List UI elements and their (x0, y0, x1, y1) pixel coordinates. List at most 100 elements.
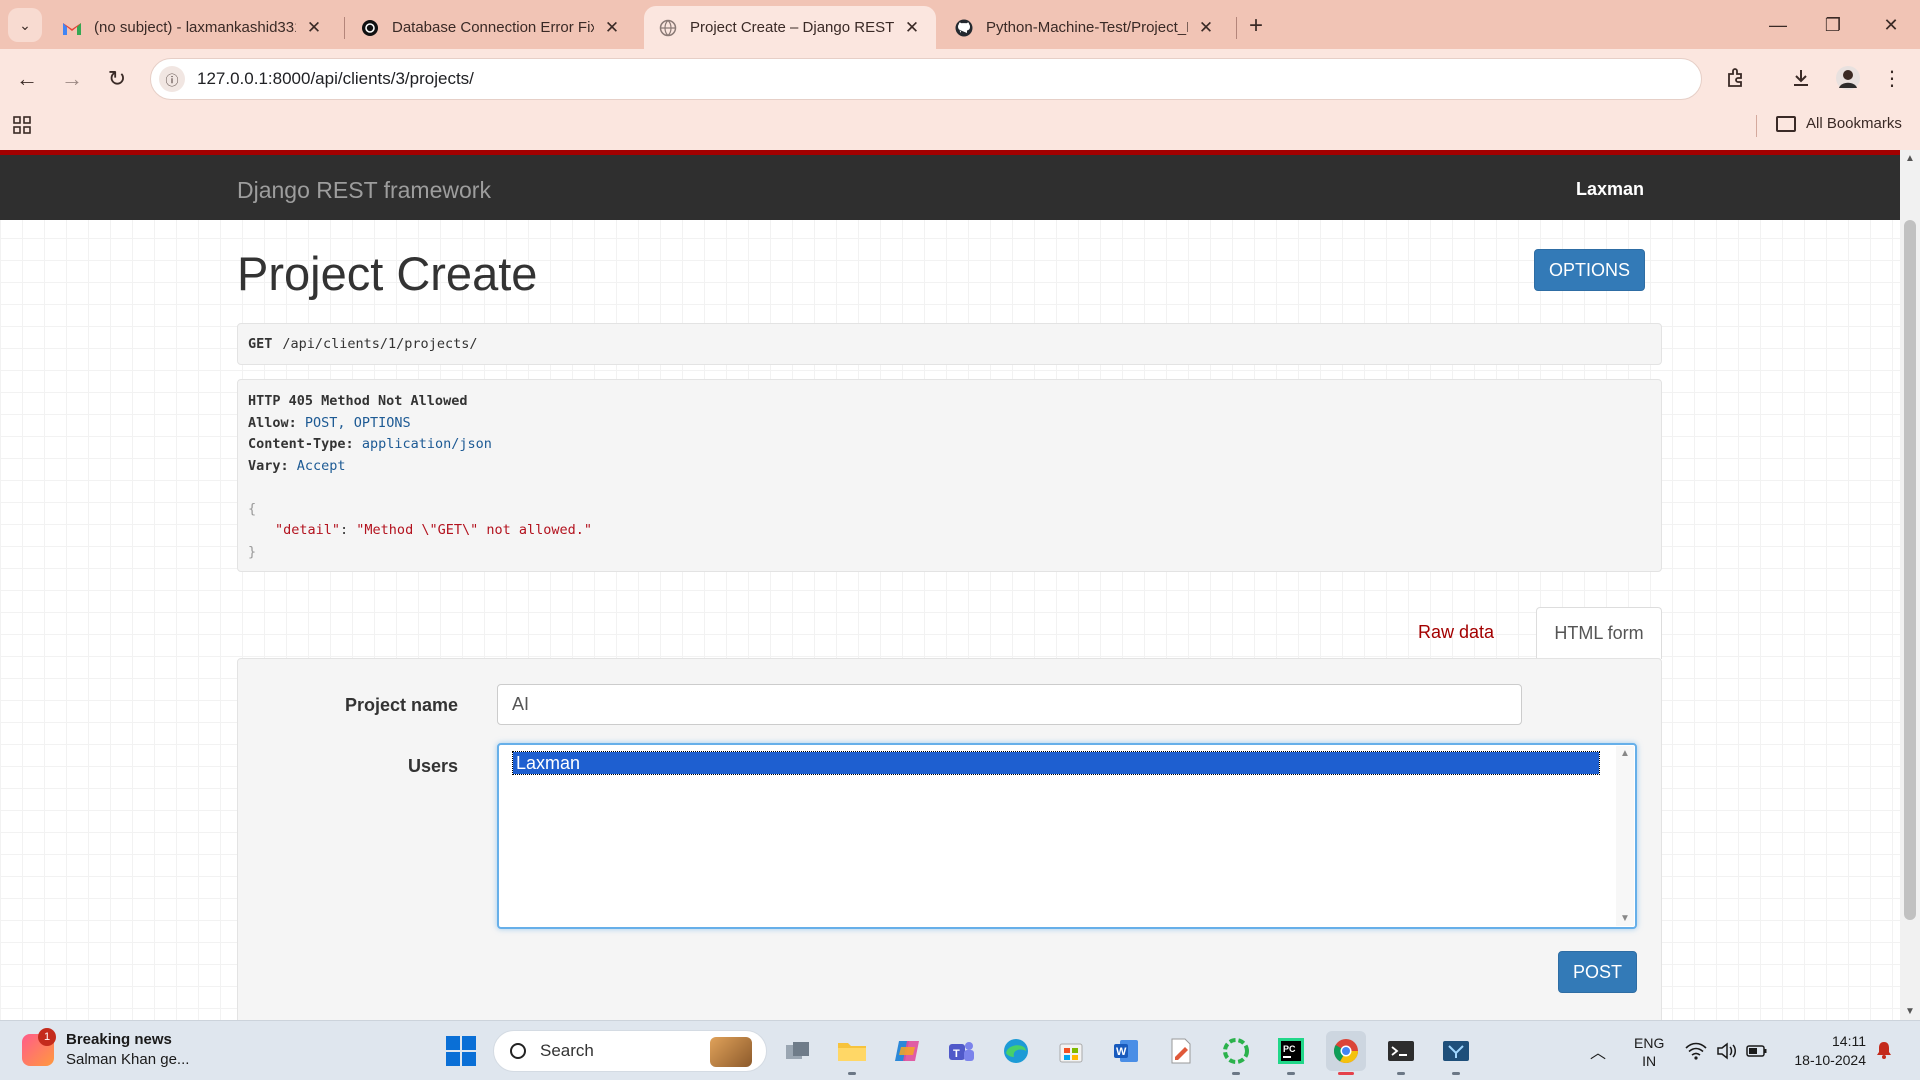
folder-icon (1776, 115, 1796, 132)
back-button[interactable]: ← (11, 63, 43, 95)
all-bookmarks-label: All Bookmarks (1806, 115, 1902, 132)
header-allow: Allow: POST, OPTIONS (248, 413, 1651, 435)
tab-divider (344, 17, 345, 39)
sync-app-icon[interactable] (1216, 1031, 1256, 1075)
wifi-icon[interactable] (1685, 1021, 1707, 1080)
json-brace-open: { (248, 500, 257, 517)
gmail-icon (62, 18, 82, 38)
reload-icon: ↻ (107, 66, 127, 91)
news-icon: 1 (22, 1027, 56, 1066)
close-window-button[interactable]: ✕ (1871, 10, 1911, 40)
page-scrollbar[interactable]: ▲ ▼ (1900, 150, 1920, 1020)
close-icon[interactable]: ✕ (902, 18, 922, 38)
tab-gmail[interactable]: (no subject) - laxmankashid331 ✕ (48, 6, 338, 49)
header-content-type: Content-Type: application/json (248, 434, 1651, 456)
select-scrollbar[interactable]: ▲ ▼ (1616, 746, 1634, 926)
pdf-editor-icon[interactable] (1161, 1031, 1201, 1071)
battery-icon[interactable] (1746, 1021, 1768, 1080)
extensions-icon[interactable] (1720, 62, 1752, 94)
all-bookmarks-button[interactable]: All Bookmarks (1776, 115, 1902, 132)
windows-start-icon[interactable] (446, 1036, 476, 1066)
html-form: Project name AI Users Laxman ▲ ▼ POST (237, 658, 1662, 1020)
teams-icon[interactable]: T (941, 1031, 981, 1071)
scroll-up-icon[interactable]: ▲ (1620, 748, 1630, 759)
brand-link[interactable]: Django REST framework (237, 177, 491, 204)
scroll-down-icon[interactable]: ▼ (1620, 913, 1630, 924)
project-name-input[interactable]: AI (497, 684, 1522, 725)
notification-bell-icon[interactable] (1876, 1041, 1894, 1061)
ms-store-icon[interactable] (1051, 1031, 1091, 1071)
close-icon[interactable]: ✕ (602, 18, 622, 38)
restore-icon: ❐ (1824, 14, 1842, 35)
arrow-right-icon: → (61, 66, 83, 91)
news-subtitle: Salman Khan ge... (66, 1051, 190, 1068)
windows-taskbar: 1 Breaking news Salman Khan ge... Search… (0, 1020, 1920, 1080)
request-path: /api/clients/1/projects/ (282, 336, 478, 352)
show-hidden-icons[interactable]: ︿ (1590, 1021, 1606, 1080)
scroll-down-icon[interactable]: ▼ (1905, 1006, 1915, 1017)
tab-github[interactable]: Python-Machine-Test/Project_M ✕ (940, 6, 1230, 49)
json-value: "Method \"GET\" not allowed." (356, 522, 592, 538)
header-value: POST, OPTIONS (304, 414, 411, 431)
minimize-button[interactable]: — (1758, 10, 1798, 40)
pycharm-icon[interactable]: PC (1271, 1031, 1311, 1075)
taskbar-search[interactable]: Search (493, 1030, 767, 1072)
new-tab-button[interactable]: + (1242, 12, 1270, 40)
system-clock[interactable]: 14:11 18-10-2024 (1786, 1032, 1866, 1070)
svg-text:PC: PC (1283, 1044, 1296, 1054)
browser-tab-strip: ⌄ (no subject) - laxmankashid331 ✕ Datab… (0, 0, 1920, 49)
response-status: HTTP 405 Method Not Allowed (248, 393, 468, 409)
options-button[interactable]: OPTIONS (1534, 249, 1645, 291)
tab-project-create[interactable]: Project Create – Django REST fr ✕ (644, 6, 936, 49)
globe-icon (658, 18, 678, 38)
menu-icon[interactable]: ⋮ (1876, 62, 1908, 94)
request-info: GET /api/clients/1/projects/ (237, 323, 1662, 365)
users-multiselect[interactable]: Laxman ▲ ▼ (497, 743, 1637, 929)
apps-grid-icon[interactable] (12, 115, 36, 139)
edge-icon[interactable] (996, 1031, 1036, 1071)
github-icon (954, 18, 974, 38)
close-icon[interactable]: ✕ (1196, 18, 1216, 38)
word-icon[interactable]: W (1106, 1031, 1146, 1071)
minimize-icon: — (1769, 14, 1787, 35)
tab-chatgpt[interactable]: Database Connection Error Fix ✕ (346, 6, 636, 49)
scrollbar-thumb[interactable] (1904, 220, 1916, 920)
user-menu[interactable]: Laxman (1576, 179, 1644, 200)
reload-button[interactable]: ↻ (101, 63, 133, 95)
task-view-icon[interactable] (778, 1031, 818, 1071)
chevron-up-icon: ︿ (1590, 1045, 1607, 1062)
file-explorer-icon[interactable] (832, 1031, 872, 1075)
terminal-icon[interactable] (1381, 1031, 1421, 1075)
vscode-icon[interactable] (1436, 1031, 1476, 1075)
tab-raw-data[interactable]: Raw data (1402, 607, 1510, 658)
forward-button[interactable]: → (56, 63, 88, 95)
user-option-selected[interactable]: Laxman (512, 751, 1600, 775)
header-key: Allow: (248, 414, 297, 431)
search-icon (510, 1043, 526, 1059)
url-text[interactable]: 127.0.0.1:8000/api/clients/3/projects/ (197, 69, 474, 89)
drf-navbar: Django REST framework Laxman (0, 155, 1900, 220)
header-value: Accept (296, 457, 346, 474)
download-icon[interactable] (1785, 62, 1817, 94)
language-indicator[interactable]: ENG IN (1634, 1034, 1664, 1070)
header-value: application/json (361, 436, 492, 452)
header-key: Content-Type: (248, 436, 354, 452)
restore-button[interactable]: ❐ (1813, 10, 1853, 40)
profile-avatar[interactable] (1832, 62, 1864, 94)
browser-toolbar: ← → ↻ ⓘ 127.0.0.1:8000/api/clients/3/pro… (0, 49, 1920, 107)
post-button[interactable]: POST (1558, 951, 1637, 993)
tab-search-button[interactable]: ⌄ (8, 8, 42, 42)
project-name-label: Project name (344, 695, 458, 715)
scroll-up-icon[interactable]: ▲ (1905, 153, 1915, 164)
svg-text:T: T (953, 1048, 960, 1060)
news-widget[interactable]: 1 Breaking news Salman Khan ge... (22, 1027, 190, 1068)
address-bar[interactable]: ⓘ 127.0.0.1:8000/api/clients/3/projects/ (150, 58, 1702, 100)
site-info-icon[interactable]: ⓘ (159, 66, 185, 92)
copilot-icon[interactable] (887, 1031, 927, 1071)
tab-html-form[interactable]: HTML form (1536, 607, 1662, 659)
chrome-icon[interactable] (1326, 1031, 1366, 1075)
close-icon[interactable]: ✕ (304, 18, 324, 38)
request-method: GET (248, 336, 273, 352)
volume-icon[interactable] (1716, 1021, 1738, 1080)
arrow-left-icon: ← (16, 66, 38, 91)
